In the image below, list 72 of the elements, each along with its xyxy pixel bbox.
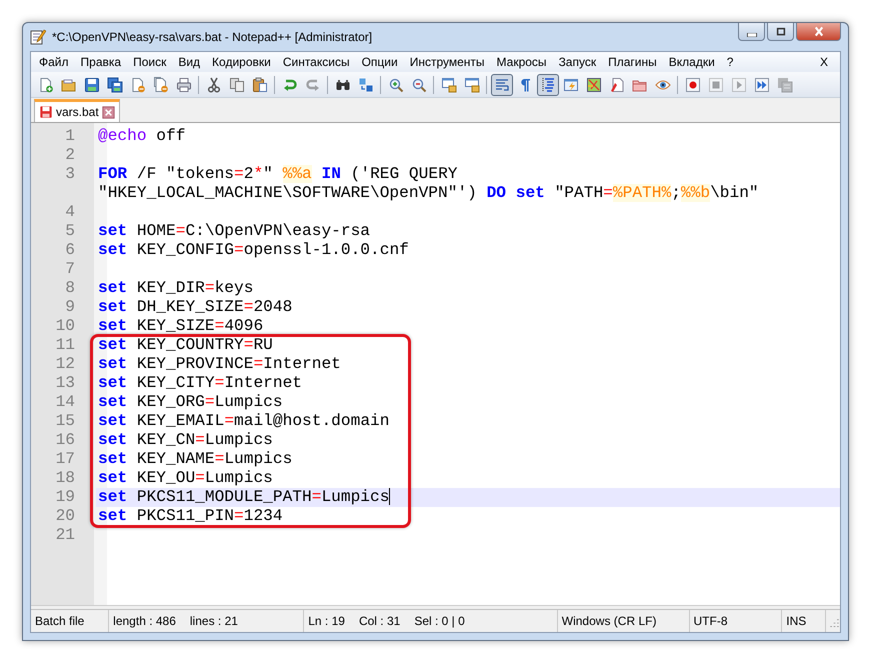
- code-line: set KEY_OU=Lumpics: [97, 469, 274, 488]
- code-line: "HKEY_LOCAL_MACHINE\SOFTWARE\OpenVPN"') DO set "PATH=%PATH%;%%b\bin": [97, 184, 760, 203]
- menu-item[interactable]: Кодировки: [206, 53, 277, 71]
- menu-item[interactable]: Правка: [74, 53, 128, 71]
- status-text: Windows (CR LF): [562, 613, 656, 630]
- status-text: Col : 31: [358, 613, 400, 630]
- indent-guide-icon[interactable]: [536, 74, 558, 96]
- line-number: 1: [64, 127, 76, 146]
- line-number: 2: [64, 146, 76, 165]
- status-text: Sel : 0 | 0: [414, 613, 465, 630]
- menu-item[interactable]: Вкладки: [662, 53, 721, 71]
- code-line: FOR /F "tokens=2*" %%a IN ('REG QUERY: [97, 165, 458, 184]
- code-line: set PKCS11_PIN=1234: [97, 507, 284, 526]
- menu-item[interactable]: Макросы: [490, 53, 553, 71]
- line-number: 18: [54, 469, 76, 488]
- line-number: 5: [64, 222, 76, 241]
- code-line: set KEY_CONFIG=openssl-1.0.0.cnf: [97, 241, 410, 260]
- line-number: 14: [54, 393, 76, 412]
- minimize-button[interactable]: [738, 23, 765, 41]
- line-number: 4: [64, 203, 76, 222]
- menu-item[interactable]: Запуск: [552, 53, 602, 71]
- line-number: 12: [54, 355, 76, 374]
- status-text: lines : 21: [190, 613, 238, 630]
- menu-item[interactable]: ?: [720, 53, 740, 71]
- line-number: 7: [64, 260, 76, 279]
- line-number: 8: [64, 279, 76, 298]
- status-text: UTF-8: [694, 613, 728, 630]
- line-number: 11: [54, 336, 76, 355]
- line-number: 13: [54, 374, 76, 393]
- window-title: *C:\OpenVPN\easy-rsa\vars.bat - Notepad++ [Administrator]: [52, 29, 372, 46]
- menu-item[interactable]: Инструменты: [404, 53, 491, 71]
- maximize-button[interactable]: [767, 23, 794, 41]
- code-line: set KEY_PROVINCE=Internet: [97, 355, 342, 374]
- line-number: 3: [64, 165, 76, 184]
- line-number: 19: [54, 488, 76, 507]
- line-number: 9: [64, 298, 76, 317]
- minimize-icon: [746, 32, 756, 36]
- code-line: @echo off: [97, 127, 186, 146]
- menu-item[interactable]: Плагины: [602, 53, 663, 71]
- code-line: set KEY_ORG=Lumpics: [97, 393, 284, 412]
- menu-item[interactable]: Файл: [33, 53, 75, 71]
- line-number: 15: [54, 412, 76, 431]
- menu-item[interactable]: Вид: [172, 53, 206, 71]
- file-tab[interactable]: vars.bat: [34, 99, 120, 122]
- close-tab-icon[interactable]: [102, 106, 115, 118]
- notepad-icon: [30, 29, 46, 45]
- code-line: set HOME=C:\OpenVPN\easy-rsa: [97, 222, 372, 241]
- code-line: set KEY_SIZE=4096: [97, 317, 264, 336]
- line-number: 17: [54, 450, 76, 469]
- line-number: 20: [54, 507, 76, 526]
- line-number: 16: [54, 431, 76, 450]
- code-line: set KEY_NAME=Lumpics: [97, 450, 294, 469]
- code-line: set DH_KEY_SIZE=2048: [97, 298, 294, 317]
- line-number: 10: [54, 317, 76, 336]
- menu-item[interactable]: Поиск: [127, 53, 172, 71]
- status-text: INS: [786, 613, 806, 630]
- code-line: set KEY_COUNTRY=RU: [97, 336, 274, 355]
- code-line: set KEY_CITY=Internet: [97, 374, 304, 393]
- close-document-button[interactable]: X: [814, 53, 834, 71]
- menu-item[interactable]: Опции: [356, 53, 404, 71]
- line-number: 6: [64, 241, 76, 260]
- line-number: 21: [54, 526, 76, 545]
- code-line: set KEY_DIR=keys: [97, 279, 254, 298]
- status-text: Ln : 19: [308, 613, 345, 630]
- close-button[interactable]: [796, 23, 841, 41]
- status-text: length : 486: [113, 613, 176, 630]
- word-wrap-icon[interactable]: [490, 74, 512, 96]
- menu-item[interactable]: Синтаксисы: [276, 53, 356, 71]
- code-line: set KEY_CN=Lumpics: [97, 431, 274, 450]
- code-line: set KEY_EMAIL=mail@host.domain: [97, 412, 390, 431]
- text-cursor: [389, 488, 390, 506]
- status-text: Batch file: [35, 613, 84, 630]
